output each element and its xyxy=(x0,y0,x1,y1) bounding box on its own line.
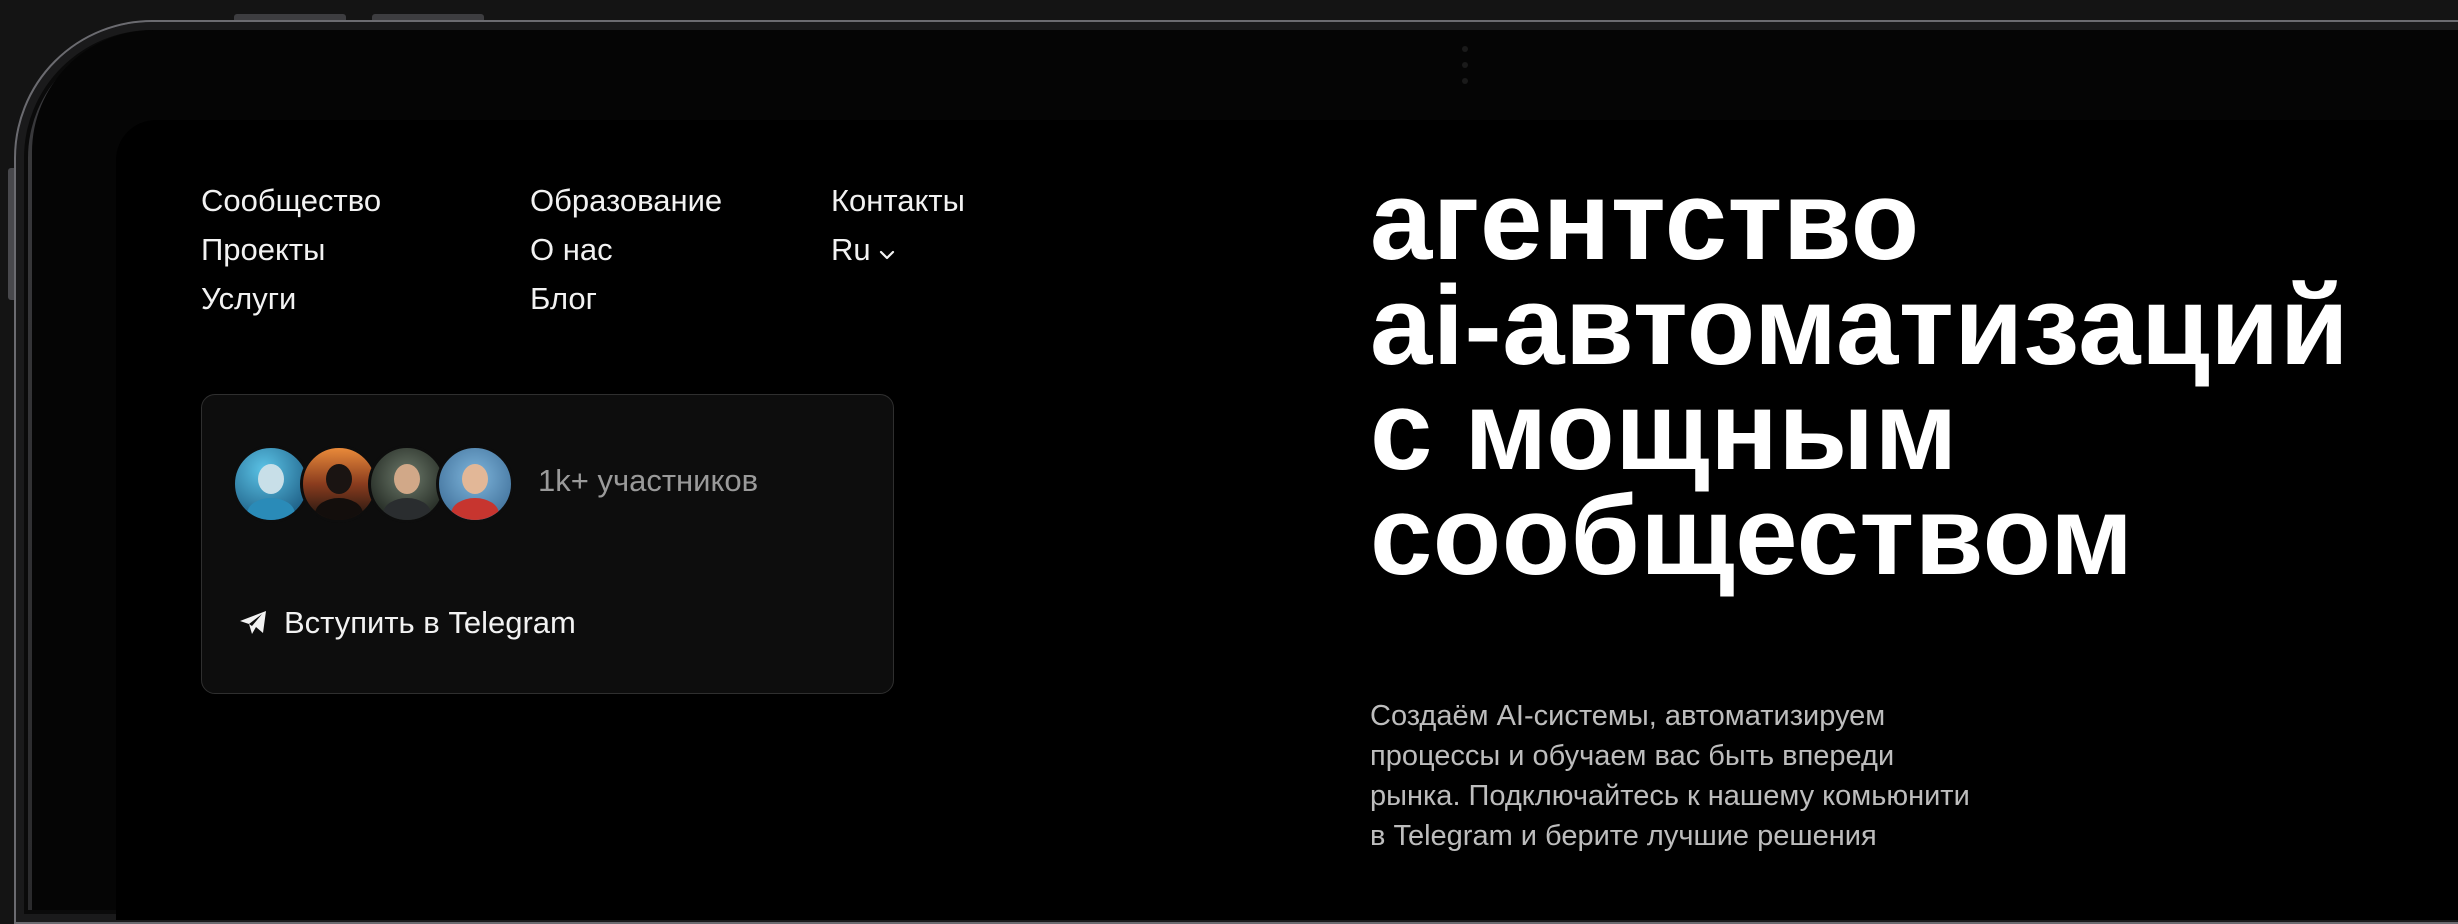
nav-column-3: Контакты Ru xyxy=(831,176,965,274)
subtitle-line: Создаём AI-системы, автоматизируем xyxy=(1370,700,1886,732)
headline-line: агентство xyxy=(1370,158,1920,283)
language-selector[interactable]: Ru xyxy=(831,225,965,274)
nav-item-blog[interactable]: Блог xyxy=(530,274,722,323)
nav-column-1: Сообщество Проекты Услуги xyxy=(201,176,381,323)
subtitle-line: рынка. Подключайтесь к нашему комьюнити xyxy=(1370,780,1970,812)
avatar xyxy=(436,445,514,523)
nav-item-education[interactable]: Образование xyxy=(530,176,722,225)
headline-line: с мощным xyxy=(1370,368,1958,493)
tablet-button-side xyxy=(8,168,14,300)
nav-column-2: Образование О нас Блог xyxy=(530,176,722,323)
nav-item-services[interactable]: Услуги xyxy=(201,274,381,323)
hero-headline: агентство ai-автоматизаций с мощным сооб… xyxy=(1370,158,2350,598)
chevron-down-icon xyxy=(880,250,895,260)
language-label: Ru xyxy=(831,232,871,267)
nav-item-community[interactable]: Сообщество xyxy=(201,176,381,225)
camera-icon xyxy=(1457,46,1473,102)
nav-item-projects[interactable]: Проекты xyxy=(201,225,381,274)
nav-item-about[interactable]: О нас xyxy=(530,225,722,274)
headline-line: сообществом xyxy=(1370,473,2134,598)
subtitle-line: процессы и обучаем вас быть впереди xyxy=(1370,740,1895,772)
subtitle-line: в Telegram и берите лучшие решения xyxy=(1370,820,1877,852)
nav-item-contacts[interactable]: Контакты xyxy=(831,176,965,225)
avatar xyxy=(368,445,446,523)
tablet-button-volume-down xyxy=(372,14,484,20)
avatar xyxy=(232,445,310,523)
tablet-button-volume-up xyxy=(234,14,346,20)
telegram-icon xyxy=(240,611,266,634)
join-telegram-button[interactable]: Вступить в Telegram xyxy=(238,605,576,641)
avatar-group xyxy=(232,445,514,523)
headline-line: ai-автоматизаций xyxy=(1370,263,2350,388)
community-card: 1k+ участников Вступить в Telegram xyxy=(201,394,894,694)
join-telegram-label: Вступить в Telegram xyxy=(284,605,576,640)
hero-subtitle: Создаём AI-системы, автоматизируем проце… xyxy=(1370,696,2090,856)
members-count: 1k+ участников xyxy=(538,463,759,498)
avatar xyxy=(300,445,378,523)
